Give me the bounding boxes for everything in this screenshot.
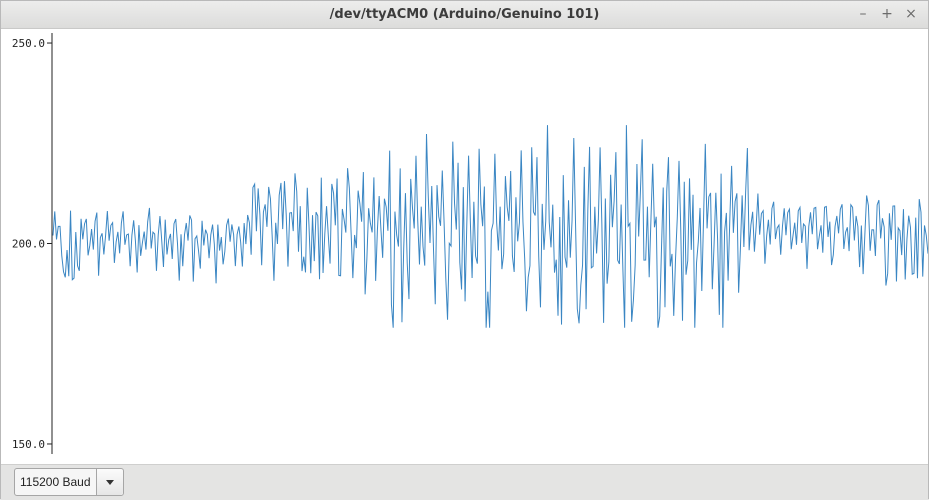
line-chart: 150.0 200.0 250.0: [12, 33, 929, 454]
close-icon[interactable]: ×: [901, 4, 921, 24]
serial-plotter-window: /dev/ttyACM0 (Arduino/Genuino 101) – + ×…: [0, 0, 929, 500]
baud-rate-label: 115200 Baud: [20, 475, 91, 489]
data-series-line: [52, 125, 929, 328]
bottom-toolbar: 115200 Baud: [1, 464, 928, 500]
y-tick-label: 200.0: [12, 238, 45, 251]
title-bar[interactable]: /dev/ttyACM0 (Arduino/Genuino 101) – + ×: [1, 1, 928, 29]
y-ticks: 150.0 200.0 250.0: [12, 37, 52, 451]
maximize-icon[interactable]: +: [877, 4, 897, 24]
y-tick-label: 250.0: [12, 37, 45, 50]
plot-area: 150.0 200.0 250.0: [1, 29, 929, 463]
y-tick-label: 150.0: [12, 438, 45, 451]
baud-rate-select[interactable]: 115200 Baud: [14, 468, 124, 496]
minimize-icon[interactable]: –: [853, 4, 873, 24]
window-title: /dev/ttyACM0 (Arduino/Genuino 101): [329, 7, 600, 22]
baud-dropdown-button[interactable]: [96, 469, 123, 495]
chevron-down-icon: [106, 480, 114, 485]
